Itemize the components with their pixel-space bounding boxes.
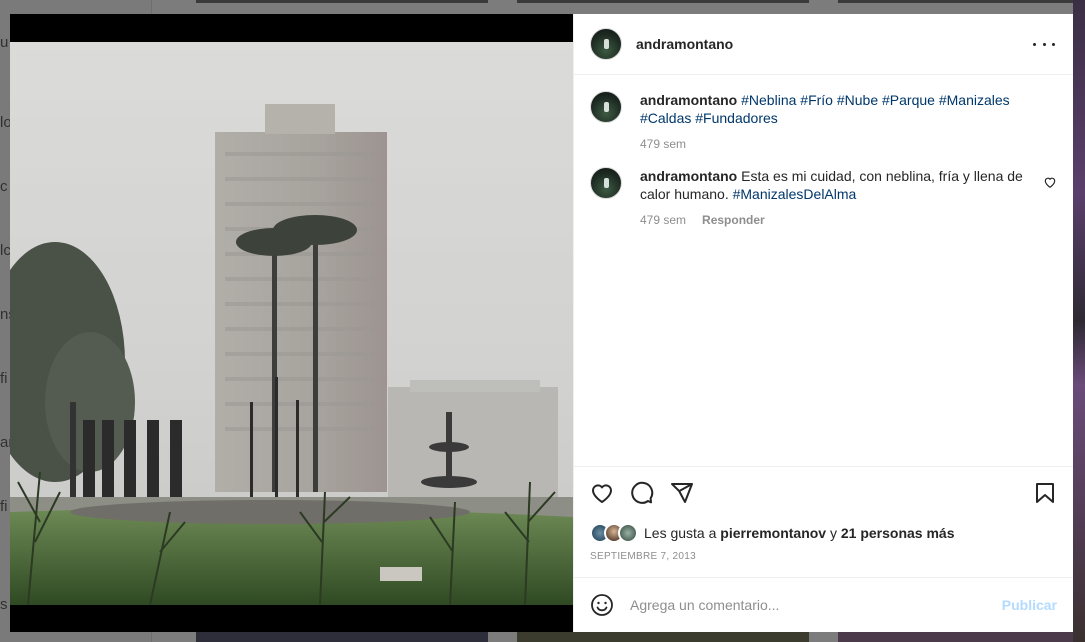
liker-avatars[interactable] — [590, 523, 638, 543]
post-date[interactable]: SEPTIEMBRE 7, 2013 — [574, 547, 1073, 575]
hashtag-link[interactable]: #Fundadores — [695, 110, 778, 126]
bg-thumbnail — [517, 632, 809, 642]
comment-text: andramontano #Neblina #Frío #Nube #Parqu… — [640, 91, 1035, 127]
liker-avatar — [618, 523, 638, 543]
bg-thumbnail — [517, 0, 809, 3]
author-avatar[interactable] — [590, 28, 622, 60]
comment-time[interactable]: 479 sem — [640, 137, 686, 151]
dot — [1052, 42, 1055, 46]
like-heart-icon[interactable] — [590, 481, 614, 505]
comment-body: andramontano #Neblina #Frío #Nube #Parqu… — [640, 91, 1057, 151]
reply-button[interactable]: Responder — [702, 213, 765, 227]
comments-list: andramontano #Neblina #Frío #Nube #Parqu… — [574, 75, 1073, 466]
likes-summary: Les gusta a pierremontanov y 21 personas… — [574, 519, 1073, 547]
comment-meta: 479 sem Responder — [640, 213, 1035, 227]
comment-username[interactable]: andramontano — [640, 92, 737, 108]
bg-thumbnail — [838, 0, 1073, 3]
likes-others-link[interactable]: 21 personas más — [841, 525, 955, 541]
comment-text: andramontano Esta es mi cuidad, con nebl… — [640, 167, 1035, 203]
liker-username[interactable]: pierremontanov — [720, 525, 826, 541]
bg-sidebar-fragment: u — [0, 34, 9, 51]
post-media — [10, 14, 573, 632]
bg-sidebar-fragment: c — [0, 178, 8, 195]
hashtag-link[interactable]: #Neblina — [741, 92, 796, 108]
bg-thumbnail-right — [1073, 0, 1085, 642]
bg-sidebar-fragment: fi — [0, 370, 8, 387]
comment-username[interactable]: andramontano — [640, 168, 737, 184]
hashtag-link[interactable]: #Frío — [800, 92, 833, 108]
likes-prefix: Les gusta a — [644, 525, 717, 541]
post-photo — [10, 42, 573, 605]
hashtag-link[interactable]: #Nube — [837, 92, 878, 108]
commenter-avatar[interactable] — [590, 91, 622, 123]
comment-meta: 479 sem — [640, 137, 1035, 151]
post-actions-area: Les gusta a pierremontanov y 21 personas… — [574, 466, 1073, 632]
hashtag-link[interactable]: #Caldas — [640, 110, 691, 126]
share-send-icon[interactable] — [670, 481, 694, 505]
bg-thumbnail — [196, 632, 488, 642]
comment: andramontano Esta es mi cuidad, con nebl… — [590, 167, 1057, 227]
hashtag-link[interactable]: #ManizalesDelAlma — [733, 186, 857, 202]
hashtag-link[interactable]: #Manizales — [939, 92, 1010, 108]
bg-thumbnail — [838, 632, 1073, 642]
more-options-icon[interactable] — [1033, 36, 1055, 52]
comment-bubble-icon[interactable] — [630, 481, 654, 505]
hashtag-link[interactable]: #Parque — [882, 92, 935, 108]
comment-time[interactable]: 479 sem — [640, 213, 686, 227]
post-header: andramontano — [574, 14, 1073, 75]
action-bar — [574, 467, 1073, 519]
add-comment-bar: Publicar — [574, 577, 1073, 632]
author-username[interactable]: andramontano — [636, 36, 733, 52]
bg-thumbnail — [196, 0, 488, 3]
publish-button[interactable]: Publicar — [1002, 597, 1057, 613]
emoji-icon[interactable] — [590, 593, 614, 617]
commenter-avatar[interactable] — [590, 167, 622, 199]
bg-sidebar-fragment: fi — [0, 498, 8, 515]
likes-connector: y — [829, 525, 837, 541]
bg-sidebar-fragment: s — [0, 596, 8, 613]
post-modal: andramontano andramontano #Neblina #Frío… — [10, 14, 1073, 632]
post-side-panel: andramontano andramontano #Neblina #Frío… — [573, 14, 1073, 632]
dot — [1042, 42, 1046, 46]
caption-comment: andramontano #Neblina #Frío #Nube #Parqu… — [590, 91, 1057, 151]
comment-body: andramontano Esta es mi cuidad, con nebl… — [640, 167, 1057, 227]
dot — [1033, 42, 1036, 46]
save-bookmark-icon[interactable] — [1033, 481, 1057, 505]
comment-like-heart-icon[interactable] — [1043, 175, 1057, 189]
comment-input[interactable] — [630, 597, 1002, 613]
